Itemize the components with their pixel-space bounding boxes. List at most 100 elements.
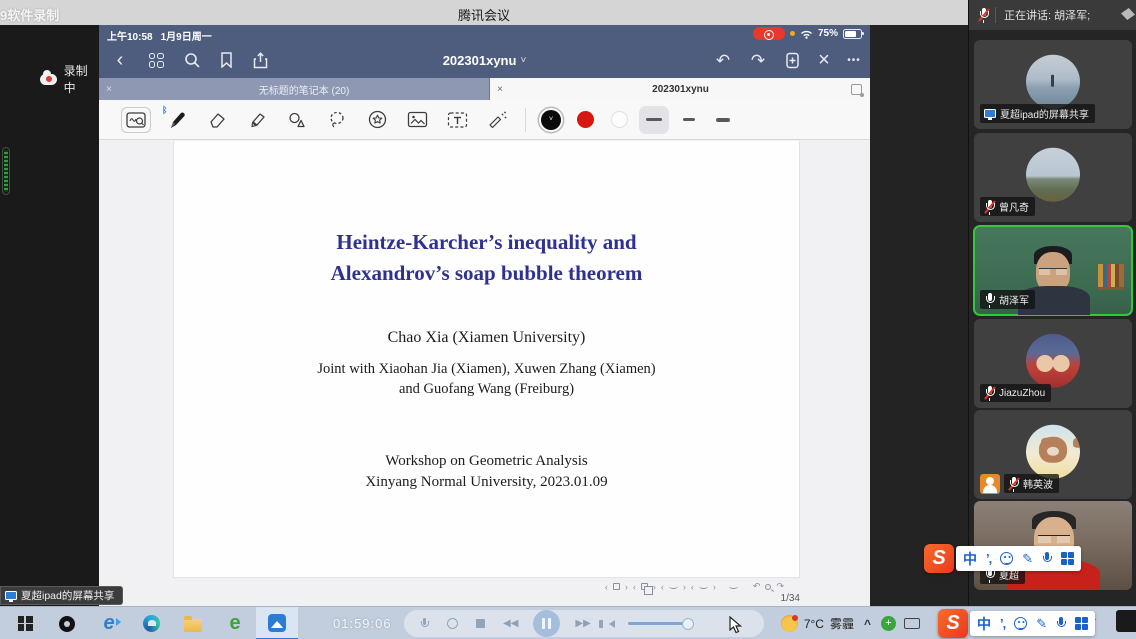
participant-tile-hanyingbo[interactable]: 韩英波 [974, 410, 1132, 499]
tray-expand-caret[interactable]: ^ [864, 617, 871, 631]
tab-untitled-notebook[interactable]: × 无标题的笔记本 (20) [99, 78, 490, 100]
thumbnails-button[interactable] [139, 42, 173, 78]
green-e-icon: e [229, 612, 240, 635]
ime-grid-icon[interactable] [1061, 552, 1074, 565]
highlighter-tool[interactable] [237, 104, 277, 136]
slide-page[interactable]: Heintze-Karcher’s inequality and Alexand… [173, 141, 800, 578]
color-red-swatch[interactable] [568, 104, 602, 136]
prev-icon[interactable]: ‹ [661, 582, 664, 592]
stroke-medium[interactable] [672, 104, 706, 136]
ime-mode-toggle[interactable]: 中 [963, 549, 977, 569]
taskbar-app-edge[interactable] [130, 607, 172, 639]
undo-small-icon[interactable]: ↶ [753, 581, 761, 592]
speaking-banner: 正在讲话: 胡泽军; [969, 0, 1136, 30]
share-source-label: 夏超ipad的屏幕共享 [0, 586, 123, 605]
participant-tile-huzejun[interactable]: 胡泽军 [974, 226, 1132, 315]
ime-mic-icon[interactable] [1056, 617, 1066, 630]
weather-temp[interactable]: 7°C [804, 617, 824, 631]
weather-condition[interactable]: 雾霾 [830, 615, 854, 632]
stroke-thick[interactable] [706, 104, 740, 136]
sogou-logo-icon[interactable]: S [938, 609, 968, 638]
ime-grid-icon[interactable] [1075, 617, 1088, 630]
laser-pointer-tool[interactable] [477, 104, 517, 136]
undo-icon: ↶ [716, 52, 730, 69]
prev-icon[interactable]: ‹ [691, 582, 694, 592]
volume-button[interactable] [609, 620, 619, 628]
tab-202301xynu[interactable]: × 202301xynu [490, 78, 870, 100]
ime-punctuation-toggle[interactable]: ’, [986, 551, 991, 566]
redo-button[interactable]: ↷ [741, 42, 775, 78]
elements-tool[interactable] [357, 104, 397, 136]
forward-button[interactable]: ▶▶ [575, 618, 590, 629]
sogou-logo-icon[interactable]: S [924, 544, 954, 573]
notification-peek[interactable] [1116, 610, 1136, 632]
notebook-canvas[interactable]: Heintze-Karcher’s inequality and Alexand… [99, 141, 870, 606]
zoom-small-icon[interactable] [765, 584, 771, 590]
participant-tile-screen-share[interactable]: 夏超ipad的屏幕共享 [974, 40, 1132, 129]
bookmark-button[interactable] [209, 42, 243, 78]
stop-button[interactable] [476, 619, 485, 628]
back-button[interactable]: ‹ [103, 42, 137, 78]
weather-icon[interactable] [781, 615, 798, 632]
page-navigation-bar[interactable]: ‹ › ‹ › ‹ › ‹ › ↶ ↷ [605, 581, 784, 592]
undo-button[interactable]: ↶ [706, 42, 740, 78]
keyboard-tray-icon[interactable] [904, 618, 920, 629]
text-tool[interactable] [437, 104, 477, 136]
ime-mic-icon[interactable] [1042, 552, 1052, 565]
pause-button[interactable] [533, 610, 560, 637]
restart-button[interactable] [447, 618, 458, 629]
start-button[interactable] [4, 607, 46, 639]
next-icon[interactable]: › [713, 582, 716, 592]
pen-tool[interactable]: ᛒ [157, 104, 197, 136]
taskbar-app-360[interactable]: e [214, 607, 256, 639]
taskbar-tencent-meeting[interactable] [256, 607, 298, 639]
scroll-icon[interactable] [699, 584, 708, 589]
taskbar-app-ie[interactable]: e [88, 607, 130, 639]
next-icon[interactable]: › [683, 582, 686, 592]
ipad-status-left: 上午10:58 1月9日周一 [107, 28, 212, 43]
search-button[interactable] [175, 42, 209, 78]
close-document-button[interactable]: × [809, 42, 839, 78]
prev-icon[interactable]: ‹ [633, 582, 636, 592]
emoji-icon[interactable] [1000, 552, 1013, 565]
next-icon[interactable]: › [625, 582, 628, 592]
image-tool[interactable] [397, 104, 437, 136]
eraser-tool[interactable] [197, 104, 237, 136]
color-white-swatch[interactable] [602, 104, 636, 136]
zoom-window-tool[interactable] [121, 107, 151, 133]
volume-slider[interactable] [628, 622, 690, 625]
next-icon[interactable]: › [653, 582, 656, 592]
tray-360-icon[interactable]: + [881, 616, 896, 631]
ipad-toolbar-area: 上午10:58 1月9日周一 75% ‹ [99, 25, 870, 100]
ime-punctuation-toggle[interactable]: ’, [1000, 616, 1005, 631]
taskbar-app-flower[interactable] [46, 607, 88, 639]
rewind-button[interactable]: ◀◀ [503, 618, 518, 629]
ime-mode-toggle[interactable]: 中 [977, 614, 991, 634]
add-page-button[interactable] [775, 42, 809, 78]
screen-record-pill-icon[interactable] [753, 27, 785, 40]
shapes-tool[interactable] [277, 104, 317, 136]
stroke-thin-selected[interactable] [639, 106, 669, 134]
pencil-icon[interactable]: ✎ [1036, 616, 1047, 632]
pages-icon[interactable] [641, 583, 648, 590]
color-black-swatch[interactable]: ˅ [534, 104, 568, 136]
tab-close-icon[interactable]: × [490, 84, 510, 95]
lasso-tool[interactable] [317, 104, 357, 136]
emoji-icon[interactable] [1014, 617, 1027, 630]
share-button[interactable] [243, 42, 277, 78]
taskbar-file-explorer[interactable] [172, 607, 214, 639]
more-button[interactable]: ••• [839, 42, 869, 78]
scroll-icon[interactable] [729, 584, 738, 589]
mic-control-button[interactable] [420, 618, 429, 630]
page-copy-icon[interactable] [851, 84, 862, 95]
prev-icon[interactable]: ‹ [605, 582, 608, 592]
participant-tile-jiazuzhou[interactable]: JiazuZhou [974, 319, 1132, 408]
scroll-icon[interactable] [669, 584, 678, 589]
slide-title-line1: Heintze-Karcher’s inequality and [174, 227, 799, 258]
redo-small-icon[interactable]: ↷ [776, 581, 784, 592]
tab-close-icon[interactable]: × [99, 84, 119, 95]
pencil-icon[interactable]: ✎ [1022, 551, 1033, 567]
avatar [1026, 333, 1080, 387]
page-frame-icon[interactable] [613, 583, 620, 590]
participant-tile-zengfanqi[interactable]: 曾凡奇 [974, 133, 1132, 222]
